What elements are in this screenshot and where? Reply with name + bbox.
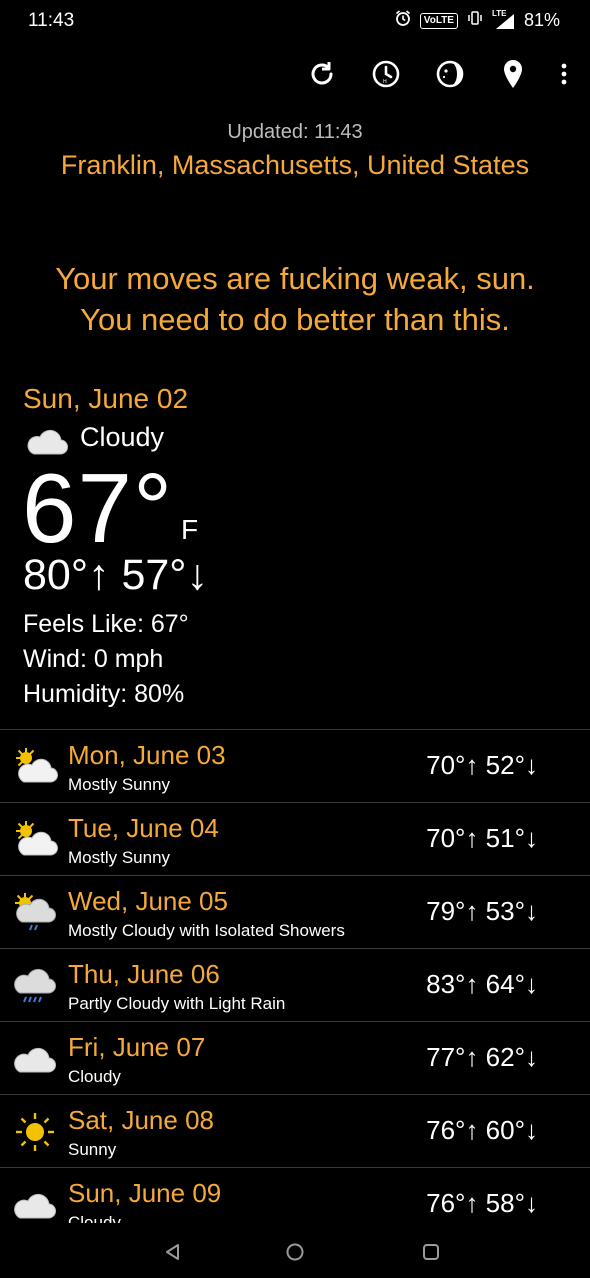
history-button[interactable]: H [366, 54, 406, 94]
forecast-high-low: 76°↑ 58°↓ [426, 1188, 538, 1218]
back-button[interactable] [158, 1237, 188, 1267]
forecast-row[interactable]: Fri, June 07 Cloudy 77°↑ 62°↓ [0, 1021, 590, 1094]
status-bar: 11:43 VoLTE LTE 81% [0, 0, 590, 44]
battery-percent: 81% [523, 10, 560, 30]
forecast-condition: Mostly Sunny [68, 775, 171, 794]
forecast-date: Tue, June 04 [68, 813, 219, 843]
forecast-high-low: 79°↑ 53°↓ [426, 896, 538, 926]
forecast-row[interactable]: Thu, June 06 Partly Cloudy with Light Ra… [0, 948, 590, 1021]
forecast-row[interactable]: Sat, June 08 Sunny 76°↑ 60°↓ [0, 1094, 590, 1167]
quote-line-2: You need to do better than this. [80, 302, 510, 337]
current-temperature: 67° [22, 453, 174, 563]
moon-phase-button[interactable] [430, 54, 470, 94]
recents-button[interactable] [416, 1237, 446, 1267]
location-icon [504, 60, 522, 88]
forecast-date: Sat, June 08 [68, 1105, 214, 1135]
forecast-condition: Partly Cloudy with Light Rain [68, 994, 286, 1013]
home-icon [286, 1243, 304, 1261]
forecast-high-low: 70°↑ 51°↓ [426, 823, 538, 853]
forecast-date: Thu, June 06 [68, 959, 220, 989]
forecast-date: Wed, June 05 [68, 886, 228, 916]
navigation-bar [0, 1223, 590, 1278]
forecast-condition: Sunny [68, 1140, 117, 1159]
forecast-high-low: 77°↑ 62°↓ [426, 1042, 538, 1072]
signal-icon: LTE [492, 9, 516, 30]
cloud-icon [12, 1182, 58, 1223]
refresh-icon [311, 62, 333, 85]
recents-icon [423, 1244, 439, 1260]
moon-phase-icon [436, 60, 464, 88]
forecast-condition: Mostly Cloudy with Isolated Showers [68, 921, 345, 940]
quote-line-1: Your moves are fucking weak, sun. [55, 261, 535, 296]
alarm-icon [394, 9, 412, 32]
forecast-row[interactable]: Wed, June 05 Mostly Cloudy with Isolated… [0, 875, 590, 948]
volte-badge: VoLTE [419, 12, 458, 29]
forecast-condition: Cloudy [68, 1067, 121, 1086]
feels-like: Feels Like: 67° [23, 610, 189, 638]
forecast-condition: Cloudy [68, 1213, 121, 1223]
forecast-date: Fri, June 07 [68, 1032, 206, 1062]
today-date: Sun, June 02 [23, 383, 189, 414]
today-condition: Cloudy [80, 422, 165, 452]
location-button[interactable] [493, 54, 533, 94]
history-icon: H [372, 60, 400, 88]
forecast-condition: Mostly Sunny [68, 848, 171, 867]
mostly-sunny-icon [12, 817, 58, 863]
back-icon [166, 1244, 179, 1260]
forecast-high-low: 83°↑ 64°↓ [426, 969, 538, 999]
forecast-row[interactable]: Sun, June 09 Cloudy 76°↑ 58°↓ [0, 1167, 590, 1223]
updated-time: Updated: 11:43 [227, 121, 363, 143]
sun-icon [12, 1109, 58, 1155]
humidity: Humidity: 80% [23, 680, 185, 708]
more-icon [561, 63, 567, 85]
wind: Wind: 0 mph [23, 645, 164, 673]
location-name[interactable]: Franklin, Massachusetts, United States [0, 150, 590, 181]
forecast-row[interactable]: Mon, June 03 Mostly Sunny 70°↑ 52°↓ [0, 729, 590, 802]
status-icons: VoLTE LTE 81% [394, 9, 560, 32]
more-options-button[interactable] [546, 54, 582, 94]
forecast-high-low: 70°↑ 52°↓ [426, 750, 538, 780]
home-button[interactable] [280, 1237, 310, 1267]
cloud-icon [12, 1036, 58, 1082]
status-time: 11:43 [28, 10, 75, 31]
vibrate-icon [466, 9, 484, 32]
refresh-button[interactable] [302, 54, 342, 94]
forecast-date: Mon, June 03 [68, 740, 226, 770]
forecast-list[interactable]: Mon, June 03 Mostly Sunny 70°↑ 52°↓ Tue,… [0, 729, 590, 1223]
forecast-row[interactable]: Tue, June 04 Mostly Sunny 70°↑ 51°↓ [0, 802, 590, 875]
mostly-sunny-icon [12, 744, 58, 790]
today-high-low: 80°↑ 57°↓ [23, 551, 208, 599]
temperature-unit: F [181, 514, 199, 545]
showers-icon [12, 890, 58, 936]
weather-quote: Your moves are fucking weak, sun. You ne… [0, 258, 590, 340]
rain-icon [12, 963, 58, 1009]
svg-text:H: H [383, 79, 387, 85]
forecast-date: Sun, June 09 [68, 1178, 222, 1208]
forecast-high-low: 76°↑ 60°↓ [426, 1115, 538, 1145]
